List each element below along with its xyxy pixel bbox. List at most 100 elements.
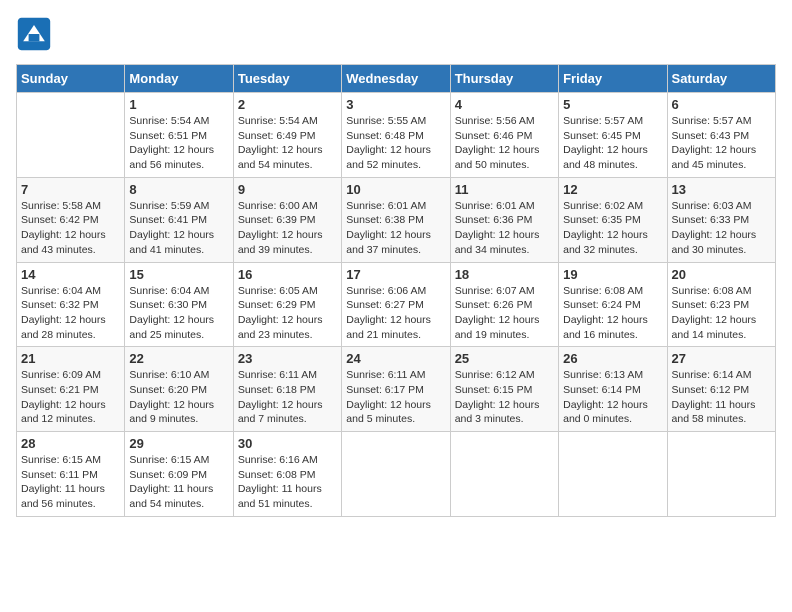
calendar-cell: 17Sunrise: 6:06 AMSunset: 6:27 PMDayligh… bbox=[342, 262, 450, 347]
day-info: Sunrise: 6:08 AMSunset: 6:24 PMDaylight:… bbox=[563, 284, 662, 343]
calendar-cell: 2Sunrise: 5:54 AMSunset: 6:49 PMDaylight… bbox=[233, 93, 341, 178]
day-info: Sunrise: 5:58 AMSunset: 6:42 PMDaylight:… bbox=[21, 199, 120, 258]
day-number: 22 bbox=[129, 351, 228, 366]
calendar-cell: 14 Sunrise: 6:04 AMSunset: 6:32 PMDayligh… bbox=[17, 262, 125, 347]
day-number: 20 bbox=[672, 267, 771, 282]
day-number: 7 bbox=[21, 182, 120, 197]
col-header-tuesday: Tuesday bbox=[233, 65, 341, 93]
day-number: 21 bbox=[21, 351, 120, 366]
day-number: 28 bbox=[21, 436, 120, 451]
day-number: 10 bbox=[346, 182, 445, 197]
calendar-cell: 16Sunrise: 6:05 AMSunset: 6:29 PMDayligh… bbox=[233, 262, 341, 347]
calendar-cell: 23 Sunrise: 6:11 AMSunset: 6:18 PMDayligh… bbox=[233, 347, 341, 432]
day-info: Sunrise: 6:08 AMSunset: 6:23 PMDaylight:… bbox=[672, 284, 771, 343]
day-number: 13 bbox=[672, 182, 771, 197]
day-number: 8 bbox=[129, 182, 228, 197]
col-header-monday: Monday bbox=[125, 65, 233, 93]
calendar-cell: 11 Sunrise: 6:01 AMSunset: 6:36 PMDayligh… bbox=[450, 177, 558, 262]
day-number: 11 bbox=[455, 182, 554, 197]
calendar-cell: 6 Sunrise: 5:57 AMSunset: 6:43 PMDaylight… bbox=[667, 93, 775, 178]
day-number: 25 bbox=[455, 351, 554, 366]
calendar-cell bbox=[17, 93, 125, 178]
day-info: Sunrise: 5:57 AMSunset: 6:45 PMDaylight:… bbox=[563, 114, 662, 173]
calendar-cell: 26 Sunrise: 6:13 AMSunset: 6:14 PMDayligh… bbox=[559, 347, 667, 432]
day-info: Sunrise: 6:10 AMSunset: 6:20 PMDaylight:… bbox=[129, 368, 228, 427]
calendar-cell: 27Sunrise: 6:14 AMSunset: 6:12 PMDayligh… bbox=[667, 347, 775, 432]
day-info: Sunrise: 6:01 AMSunset: 6:36 PMDaylight:… bbox=[455, 199, 554, 258]
day-number: 26 bbox=[563, 351, 662, 366]
calendar-cell: 7 Sunrise: 5:58 AMSunset: 6:42 PMDaylight… bbox=[17, 177, 125, 262]
calendar-cell: 28 Sunrise: 6:15 AMSunset: 6:11 PMDayligh… bbox=[17, 432, 125, 517]
day-info: Sunrise: 6:13 AMSunset: 6:14 PMDaylight:… bbox=[563, 368, 662, 427]
day-info: Sunrise: 6:02 AMSunset: 6:35 PMDaylight:… bbox=[563, 199, 662, 258]
day-number: 5 bbox=[563, 97, 662, 112]
calendar-cell: 10 Sunrise: 6:01 AMSunset: 6:38 PMDayligh… bbox=[342, 177, 450, 262]
calendar-week-row: 14 Sunrise: 6:04 AMSunset: 6:32 PMDayligh… bbox=[17, 262, 776, 347]
calendar-cell: 15 Sunrise: 6:04 AMSunset: 6:30 PMDayligh… bbox=[125, 262, 233, 347]
calendar-cell: 18 Sunrise: 6:07 AMSunset: 6:26 PMDayligh… bbox=[450, 262, 558, 347]
col-header-wednesday: Wednesday bbox=[342, 65, 450, 93]
page-header bbox=[16, 16, 776, 52]
day-info: Sunrise: 6:15 AMSunset: 6:09 PMDaylight:… bbox=[129, 453, 228, 512]
day-info: Sunrise: 6:16 AMSunset: 6:08 PMDaylight:… bbox=[238, 453, 337, 512]
day-info: Sunrise: 6:04 AMSunset: 6:30 PMDaylight:… bbox=[129, 284, 228, 343]
day-number: 24 bbox=[346, 351, 445, 366]
col-header-saturday: Saturday bbox=[667, 65, 775, 93]
day-number: 27 bbox=[672, 351, 771, 366]
calendar-cell: 19 Sunrise: 6:08 AMSunset: 6:24 PMDayligh… bbox=[559, 262, 667, 347]
calendar-week-row: 7 Sunrise: 5:58 AMSunset: 6:42 PMDaylight… bbox=[17, 177, 776, 262]
day-info: Sunrise: 6:04 AMSunset: 6:32 PMDaylight:… bbox=[21, 284, 120, 343]
day-info: Sunrise: 5:54 AMSunset: 6:49 PMDaylight:… bbox=[238, 114, 337, 173]
day-number: 17 bbox=[346, 267, 445, 282]
day-info: Sunrise: 6:09 AMSunset: 6:21 PMDaylight:… bbox=[21, 368, 120, 427]
calendar-cell: 8 Sunrise: 5:59 AMSunset: 6:41 PMDaylight… bbox=[125, 177, 233, 262]
day-info: Sunrise: 6:11 AMSunset: 6:18 PMDaylight:… bbox=[238, 368, 337, 427]
calendar-cell: 3 Sunrise: 5:55 AMSunset: 6:48 PMDaylight… bbox=[342, 93, 450, 178]
day-number: 16 bbox=[238, 267, 337, 282]
calendar-table: SundayMondayTuesdayWednesdayThursdayFrid… bbox=[16, 64, 776, 517]
day-info: Sunrise: 6:07 AMSunset: 6:26 PMDaylight:… bbox=[455, 284, 554, 343]
day-info: Sunrise: 6:00 AMSunset: 6:39 PMDaylight:… bbox=[238, 199, 337, 258]
day-info: Sunrise: 5:55 AMSunset: 6:48 PMDaylight:… bbox=[346, 114, 445, 173]
day-info: Sunrise: 6:03 AMSunset: 6:33 PMDaylight:… bbox=[672, 199, 771, 258]
day-number: 12 bbox=[563, 182, 662, 197]
day-number: 15 bbox=[129, 267, 228, 282]
logo bbox=[16, 16, 56, 52]
calendar-week-row: 1Sunrise: 5:54 AMSunset: 6:51 PMDaylight… bbox=[17, 93, 776, 178]
day-info: Sunrise: 6:15 AMSunset: 6:11 PMDaylight:… bbox=[21, 453, 120, 512]
day-info: Sunrise: 5:57 AMSunset: 6:43 PMDaylight:… bbox=[672, 114, 771, 173]
day-info: Sunrise: 5:56 AMSunset: 6:46 PMDaylight:… bbox=[455, 114, 554, 173]
calendar-cell: 30Sunrise: 6:16 AMSunset: 6:08 PMDayligh… bbox=[233, 432, 341, 517]
calendar-cell: 24 Sunrise: 6:11 AMSunset: 6:17 PMDayligh… bbox=[342, 347, 450, 432]
day-number: 29 bbox=[129, 436, 228, 451]
calendar-week-row: 21 Sunrise: 6:09 AMSunset: 6:21 PMDayligh… bbox=[17, 347, 776, 432]
day-number: 1 bbox=[129, 97, 228, 112]
calendar-cell: 12 Sunrise: 6:02 AMSunset: 6:35 PMDayligh… bbox=[559, 177, 667, 262]
day-number: 6 bbox=[672, 97, 771, 112]
calendar-cell bbox=[342, 432, 450, 517]
day-info: Sunrise: 6:01 AMSunset: 6:38 PMDaylight:… bbox=[346, 199, 445, 258]
day-number: 14 bbox=[21, 267, 120, 282]
day-number: 19 bbox=[563, 267, 662, 282]
day-number: 9 bbox=[238, 182, 337, 197]
day-number: 18 bbox=[455, 267, 554, 282]
day-info: Sunrise: 6:12 AMSunset: 6:15 PMDaylight:… bbox=[455, 368, 554, 427]
calendar-cell: 5 Sunrise: 5:57 AMSunset: 6:45 PMDaylight… bbox=[559, 93, 667, 178]
calendar-cell bbox=[450, 432, 558, 517]
day-number: 4 bbox=[455, 97, 554, 112]
day-number: 23 bbox=[238, 351, 337, 366]
calendar-cell: 21 Sunrise: 6:09 AMSunset: 6:21 PMDayligh… bbox=[17, 347, 125, 432]
calendar-cell bbox=[667, 432, 775, 517]
logo-icon bbox=[16, 16, 52, 52]
calendar-cell: 4 Sunrise: 5:56 AMSunset: 6:46 PMDaylight… bbox=[450, 93, 558, 178]
calendar-cell: 13 Sunrise: 6:03 AMSunset: 6:33 PMDayligh… bbox=[667, 177, 775, 262]
col-header-sunday: Sunday bbox=[17, 65, 125, 93]
calendar-cell: 20 Sunrise: 6:08 AMSunset: 6:23 PMDayligh… bbox=[667, 262, 775, 347]
col-header-friday: Friday bbox=[559, 65, 667, 93]
calendar-cell: 9 Sunrise: 6:00 AMSunset: 6:39 PMDaylight… bbox=[233, 177, 341, 262]
day-info: Sunrise: 5:59 AMSunset: 6:41 PMDaylight:… bbox=[129, 199, 228, 258]
day-info: Sunrise: 6:11 AMSunset: 6:17 PMDaylight:… bbox=[346, 368, 445, 427]
day-number: 3 bbox=[346, 97, 445, 112]
calendar-cell: 29 Sunrise: 6:15 AMSunset: 6:09 PMDayligh… bbox=[125, 432, 233, 517]
calendar-cell: 25 Sunrise: 6:12 AMSunset: 6:15 PMDayligh… bbox=[450, 347, 558, 432]
